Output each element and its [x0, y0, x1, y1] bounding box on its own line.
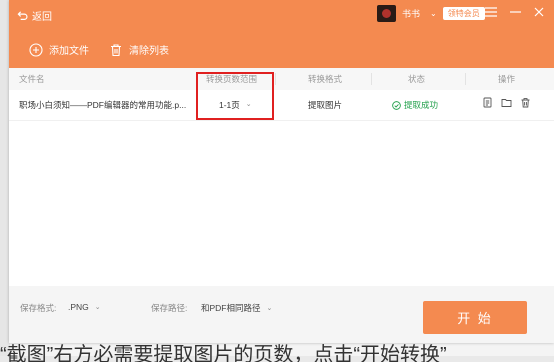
back-button[interactable]: 返回: [17, 8, 52, 23]
save-path-value: 和PDF相同路径: [201, 303, 261, 313]
converter-window: 返回 书书 ⌄ 领特会员 添加文件 清除列表 文件名 转换页数范围 转换格式 状…: [9, 0, 554, 343]
close-icon[interactable]: [532, 6, 546, 18]
table-row: 职场小白须知——PDF编辑器的常用功能.p... 1-1页 ⌄ 提取图片 提取成…: [9, 90, 554, 121]
column-actions: 操作: [498, 74, 516, 84]
add-files-label: 添加文件: [49, 46, 89, 57]
format-value: 提取图片: [308, 100, 343, 110]
avatar: [377, 5, 396, 22]
column-format: 转换格式: [308, 74, 343, 84]
trash-icon: [111, 43, 121, 56]
menu-icon[interactable]: [484, 6, 498, 18]
chevron-down-icon: ⌄: [430, 9, 437, 18]
folder-icon[interactable]: [501, 90, 512, 120]
column-divider: [465, 73, 466, 85]
column-divider: [371, 73, 372, 85]
file-name: 职场小白须知——PDF编辑器的常用功能.p...: [19, 100, 187, 110]
window-header: 返回 书书 ⌄ 领特会员 添加文件 清除列表: [9, 0, 554, 68]
clear-list-label: 清除列表: [129, 46, 169, 57]
column-divider: [275, 73, 276, 85]
vip-badge[interactable]: 领特会员: [442, 7, 485, 20]
table-header: 文件名 转换页数范围 转换格式 状态 操作: [9, 68, 554, 90]
save-format-select[interactable]: .PNG ⌄: [68, 302, 101, 312]
save-path-label: 保存路径:: [151, 303, 188, 313]
window-controls: [484, 6, 546, 18]
row-actions: [482, 90, 531, 120]
minimize-icon[interactable]: [508, 6, 522, 18]
status-badge: 提取成功: [392, 90, 438, 120]
chevron-down-icon: ⌄: [266, 305, 273, 312]
back-arrow-icon: [17, 11, 28, 20]
page-range-highlight: [196, 72, 274, 120]
check-circle-icon: [392, 100, 401, 110]
user-name: 书书: [402, 9, 421, 19]
clear-list-button[interactable]: 清除列表: [109, 42, 169, 57]
add-circle-icon: [29, 42, 43, 57]
chevron-down-icon: ⌄: [94, 304, 101, 311]
save-format-value: .PNG: [68, 302, 89, 312]
start-button[interactable]: 开 始: [423, 301, 527, 334]
column-status: 状态: [408, 74, 426, 84]
status-text: 提取成功: [404, 100, 439, 110]
save-path-select[interactable]: 和PDF相同路径 ⌄: [201, 302, 272, 314]
file-icon[interactable]: [482, 90, 493, 120]
trash-icon[interactable]: [520, 90, 531, 120]
back-label: 返回: [32, 12, 52, 23]
user-menu[interactable]: 书书 ⌄ 领特会员: [377, 5, 485, 22]
footer-bar: 保存格式: .PNG ⌄ 保存路径: 和PDF相同路径 ⌄ 开 始: [9, 286, 554, 343]
save-format-label: 保存格式:: [20, 303, 57, 313]
add-files-button[interactable]: 添加文件: [29, 42, 89, 57]
column-filename: 文件名: [19, 74, 45, 84]
